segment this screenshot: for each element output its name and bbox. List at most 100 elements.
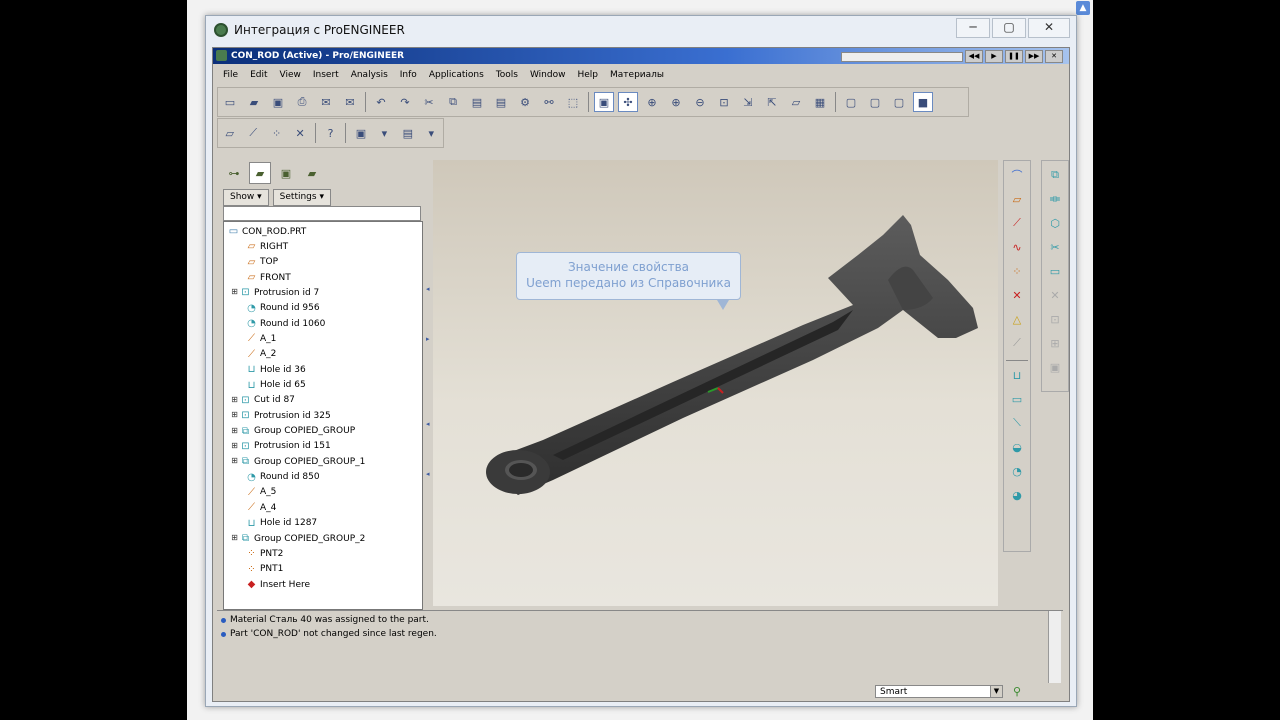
tree-item[interactable]: ⊔ Hole id 1287 — [246, 516, 318, 531]
dropdown-icon[interactable]: ▾ — [422, 123, 441, 143]
tree-item[interactable]: ⊞ ⧉ Group COPIED_GROUP — [230, 424, 355, 439]
tree-item[interactable]: ▱ RIGHT — [246, 239, 289, 254]
hidden-line-icon[interactable]: ▢ — [865, 92, 885, 112]
menu-applications[interactable]: Applications — [423, 67, 490, 83]
shell-tool-icon[interactable]: ▭ — [1007, 389, 1027, 409]
paste-special-icon[interactable]: ▤ — [491, 92, 511, 112]
expand-icon[interactable]: ⊞ — [230, 441, 239, 451]
menu-материалы[interactable]: Материалы — [604, 67, 670, 83]
save-icon[interactable]: ▣ — [268, 92, 288, 112]
playback-track[interactable] — [841, 51, 963, 62]
tree-item[interactable]: ⟋ A_1 — [246, 331, 276, 346]
minimize-button[interactable]: ─ — [956, 18, 990, 38]
regenerate-icon[interactable]: ⚙ — [515, 92, 535, 112]
expand-icon[interactable]: ⊞ — [230, 411, 239, 420]
cut-icon[interactable]: ✂ — [419, 92, 439, 112]
email-link-icon[interactable]: ✉ — [340, 92, 360, 112]
expand-icon[interactable]: ⊞ — [230, 288, 239, 297]
zoom-out-icon[interactable]: ⊖ — [690, 92, 710, 112]
menu-edit[interactable]: Edit — [244, 67, 273, 83]
model-tree-toggle-icon[interactable]: ▣ — [351, 123, 370, 143]
merge-tool-icon[interactable]: ⬡ — [1045, 213, 1065, 233]
zoom-in-icon[interactable]: ⊕ — [666, 92, 686, 112]
curve-tool-icon[interactable]: ∿ — [1007, 237, 1027, 257]
csys-tool-icon[interactable]: ✕ — [1007, 285, 1027, 305]
settings-dropdown[interactable]: Settings ▾ — [272, 189, 331, 206]
undo-icon[interactable]: ↶ — [371, 92, 391, 112]
tree-item[interactable]: ⊞ ⊡ Protrusion id 151 — [230, 439, 331, 454]
no-hidden-icon[interactable]: ▢ — [889, 92, 909, 112]
graphics-window[interactable]: Значение свойства Ueem передано из Справ… — [433, 160, 998, 606]
connections-tab-icon[interactable]: ▰ — [301, 162, 323, 184]
chamfer-tool-icon[interactable]: ◕ — [1007, 485, 1027, 505]
tree-item[interactable]: ⁘ PNT1 — [246, 562, 283, 577]
tree-item[interactable]: ⁘ PNT2 — [246, 546, 283, 561]
maximize-button[interactable]: ▢ — [992, 18, 1026, 38]
tree-item[interactable]: ⊞ ⧉ Group COPIED_GROUP_2 — [230, 531, 365, 546]
email-icon[interactable]: ✉ — [316, 92, 336, 112]
project-tool-icon[interactable]: ⊡ — [1045, 309, 1065, 329]
tree-item[interactable]: ◆ Insert Here — [246, 577, 310, 592]
select-box-icon[interactable]: ⬚ — [563, 92, 583, 112]
layers-icon[interactable]: ▱ — [786, 92, 806, 112]
offset-tool-icon[interactable]: ⟋ — [1007, 333, 1027, 353]
redo-icon[interactable]: ↷ — [395, 92, 415, 112]
tree-item[interactable]: ◔ Round id 850 — [246, 470, 319, 485]
collapse-arrow-icon[interactable]: ◂ — [426, 420, 430, 428]
expand-icon[interactable]: ⊞ — [230, 534, 239, 543]
message-scrollbar[interactable] — [1048, 611, 1061, 683]
navigator-splitter[interactable]: ◂ ▸ ◂ ◂ — [425, 160, 432, 608]
context-help-icon[interactable]: ? — [321, 123, 340, 143]
intersect-tool-icon[interactable]: ✕ — [1045, 285, 1065, 305]
reorient-icon[interactable]: ⇲ — [738, 92, 758, 112]
print-icon[interactable]: ⎙ — [292, 92, 312, 112]
menu-view[interactable]: View — [274, 67, 307, 83]
menu-tools[interactable]: Tools — [490, 67, 524, 83]
hole-tool-icon[interactable]: ⊔ — [1007, 365, 1027, 385]
new-icon[interactable]: ▭ — [220, 92, 240, 112]
wireframe-icon[interactable]: ▢ — [841, 92, 861, 112]
datum-axes-icon[interactable]: ⟋ — [243, 123, 262, 143]
saved-views-icon[interactable]: ⇱ — [762, 92, 782, 112]
selection-filter-select[interactable]: Smart ▼ — [875, 685, 1003, 698]
axis-tool-icon[interactable]: ⟋ — [1007, 213, 1027, 233]
collapse-arrow-icon[interactable]: ▸ — [426, 335, 430, 343]
refit-icon[interactable]: ⊡ — [714, 92, 734, 112]
tree-item[interactable]: ⊞ ⊡ Protrusion id 7 — [230, 285, 319, 300]
tree-item[interactable]: ⊞ ⊡ Protrusion id 325 — [230, 408, 331, 423]
favorites-tab-icon[interactable]: ▣ — [275, 162, 297, 184]
tree-item[interactable]: ⊔ Hole id 65 — [246, 378, 306, 393]
tree-item[interactable]: ▭ CON_ROD.PRT — [228, 224, 307, 239]
open-icon[interactable]: ▰ — [244, 92, 264, 112]
tree-item[interactable]: ▱ FRONT — [246, 270, 291, 285]
chevron-down-icon[interactable]: ▼ — [990, 686, 1002, 697]
play-icon[interactable]: ▶ — [985, 50, 1003, 63]
folder-browser-tab-icon[interactable]: ▰ — [249, 162, 271, 184]
show-dropdown[interactable]: Show ▾ — [223, 189, 269, 206]
tree-item[interactable]: ⊞ ⧉ Group COPIED_GROUP_1 — [230, 454, 365, 469]
expand-icon[interactable]: ▲ — [1076, 1, 1090, 15]
analysis-tool-icon[interactable]: △ — [1007, 309, 1027, 329]
menu-file[interactable]: File — [217, 67, 244, 83]
copy-tool-icon[interactable]: ⧉ — [1045, 165, 1065, 185]
menu-help[interactable]: Help — [571, 67, 604, 83]
tree-item[interactable]: ⟋ A_5 — [246, 485, 276, 500]
dropdown-icon[interactable]: ▾ — [375, 123, 394, 143]
tree-item[interactable]: ⊞ ⊡ Cut id 87 — [230, 393, 295, 408]
collapse-arrow-icon[interactable]: ◂ — [426, 285, 430, 293]
datum-planes-icon[interactable]: ▱ — [220, 123, 239, 143]
expand-icon[interactable]: ⊞ — [230, 426, 239, 436]
rewind-icon[interactable]: ◀◀ — [965, 50, 983, 63]
paste-icon[interactable]: ▤ — [467, 92, 487, 112]
shading-icon[interactable]: ■ — [913, 92, 933, 112]
connecting-rod-model[interactable] — [433, 160, 998, 606]
close-button[interactable]: ✕ — [1028, 18, 1070, 38]
tree-item[interactable]: ⟋ A_2 — [246, 347, 276, 362]
model-tree-tab-icon[interactable]: ⊶ — [223, 162, 245, 184]
pause-icon[interactable]: ❚❚ — [1005, 50, 1023, 63]
trim-tool-icon[interactable]: ✂ — [1045, 237, 1065, 257]
close-playback-icon[interactable]: ✕ — [1045, 50, 1063, 63]
repaint-icon[interactable]: ▣ — [594, 92, 614, 112]
menu-analysis[interactable]: Analysis — [345, 67, 394, 83]
view-manager-icon[interactable]: ▦ — [810, 92, 830, 112]
